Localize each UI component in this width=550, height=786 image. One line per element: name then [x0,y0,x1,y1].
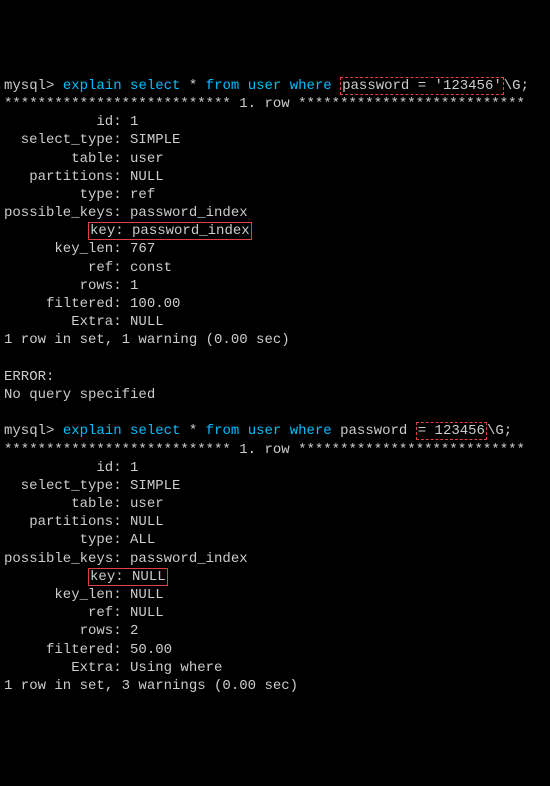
field-label: Extra [4,313,113,331]
field-row: select_type: SIMPLE [4,477,546,495]
field-value: SIMPLE [130,478,180,494]
field-value: password_index [130,205,248,221]
query1-fields: id: 1select_type: SIMPLEtable: userparti… [4,113,546,331]
sql-keyword: explain select [63,78,181,94]
field-label: select_type [4,477,113,495]
field-value: NULL [130,169,164,185]
row-separator: *************************** 1. row *****… [4,95,546,113]
field-value: NULL [130,605,164,621]
sql-keyword: from [206,423,240,439]
field-row: select_type: SIMPLE [4,131,546,149]
field-value: 767 [130,241,155,257]
field-label: type [4,186,113,204]
field-row: partitions: NULL [4,168,546,186]
field-row: filtered: 50.00 [4,641,546,659]
sql-suffix: \G; [487,423,512,439]
query1-line: mysql> explain select * from user where … [4,77,546,95]
field-value: SIMPLE [130,132,180,148]
field-row: type: ALL [4,531,546,549]
field-label: possible_keys [4,204,113,222]
field-row: id: 1 [4,113,546,131]
field-label: ref [4,604,113,622]
sql-table: user [248,78,282,94]
field-label: table [4,495,113,513]
query2-fields: id: 1select_type: SIMPLEtable: userparti… [4,459,546,677]
field-value: const [130,260,172,276]
sql-suffix: \G; [504,78,529,94]
field-row: key_len: 767 [4,240,546,258]
field-label: filtered [4,641,113,659]
field-label: select_type [4,131,113,149]
sql-before-box: password [340,423,416,439]
row-separator: *************************** 1. row *****… [4,441,546,459]
field-row: table: user [4,495,546,513]
highlighted-key: key: password_index [88,222,252,240]
field-label: key_len [4,240,113,258]
field-row: table: user [4,150,546,168]
sql-star: * [189,423,197,439]
field-row: rows: 1 [4,277,546,295]
highlighted-condition: = 123456 [416,422,487,440]
field-row: key_len: NULL [4,586,546,604]
mysql-prompt: mysql> [4,423,54,439]
field-row: id: 1 [4,459,546,477]
query2-footer: 1 row in set, 3 warnings (0.00 sec) [4,677,546,695]
field-value: 2 [130,623,138,639]
field-row: partitions: NULL [4,513,546,531]
field-label: table [4,150,113,168]
field-label: partitions [4,168,113,186]
field-value: 1 [130,278,138,294]
field-row: possible_keys: password_index [4,550,546,568]
field-value: 50.00 [130,642,172,658]
field-label: ref [4,259,113,277]
field-row: Extra: Using where [4,659,546,677]
highlighted-condition: password = '123456' [340,77,504,95]
field-value: 100.00 [130,296,180,312]
field-value: 1 [130,460,138,476]
query2-line: mysql> explain select * from user where … [4,422,546,440]
field-value: NULL [130,587,164,603]
sql-table: user [248,423,282,439]
field-value: 1 [130,114,138,130]
field-label: id [4,113,113,131]
field-label: rows [4,277,113,295]
sql-keyword: from [206,78,240,94]
field-label: key_len [4,586,113,604]
field-value: NULL [130,514,164,530]
sql-keyword: where [290,78,332,94]
field-value: NULL [130,314,164,330]
field-label: partitions [4,513,113,531]
field-row: possible_keys: password_index [4,204,546,222]
field-row: ref: const [4,259,546,277]
field-row: filtered: 100.00 [4,295,546,313]
error-message: No query specified [4,386,546,404]
field-label: Extra [4,659,113,677]
sql-star: * [189,78,197,94]
field-label: filtered [4,295,113,313]
field-value: user [130,496,164,512]
field-row: ref: NULL [4,604,546,622]
field-row: key: NULL [4,568,546,586]
highlighted-key: key: NULL [88,568,168,586]
sql-keyword: where [290,423,332,439]
query1-footer: 1 row in set, 1 warning (0.00 sec) [4,331,546,349]
error-label: ERROR: [4,368,546,386]
field-row: key: password_index [4,222,546,240]
field-value: password_index [130,551,248,567]
field-label: rows [4,622,113,640]
field-label: type [4,531,113,549]
field-value: ref [130,187,155,203]
sql-keyword: explain select [63,423,181,439]
field-value: Using where [130,660,222,676]
field-value: ALL [130,532,155,548]
field-row: rows: 2 [4,622,546,640]
field-value: user [130,151,164,167]
field-row: type: ref [4,186,546,204]
field-label: possible_keys [4,550,113,568]
field-row: Extra: NULL [4,313,546,331]
mysql-prompt: mysql> [4,78,54,94]
field-label: id [4,459,113,477]
